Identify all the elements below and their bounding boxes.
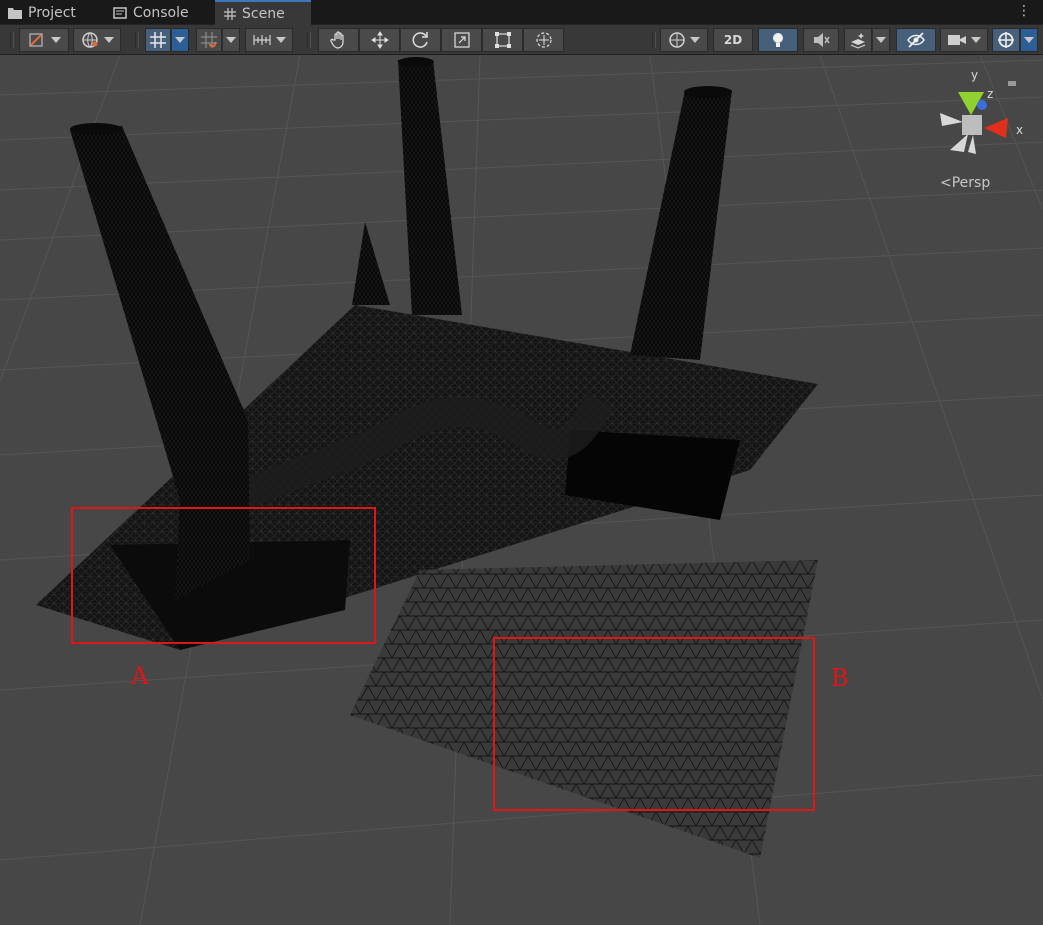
move-tool-icon — [370, 31, 389, 49]
hand-tool-button[interactable] — [318, 28, 359, 52]
tab-scene[interactable]: Scene — [215, 0, 311, 26]
scene-view[interactable]: y z x <Persp A B — [0, 55, 1043, 925]
toolbar-separator — [10, 32, 14, 48]
tab-console[interactable]: Console — [113, 0, 189, 25]
2d-toggle-button[interactable]: 2D — [713, 28, 753, 52]
eye-hidden-icon — [907, 32, 925, 48]
transform-tool-icon — [535, 32, 552, 48]
chevron-down-icon — [51, 37, 61, 43]
snap-increment-toggle[interactable] — [196, 28, 222, 52]
editor-tab-bar: Project Console Scene ⋮ — [0, 0, 1043, 26]
small-spike — [352, 222, 390, 305]
tab-label: Console — [133, 4, 189, 21]
grid-snap-dropdown[interactable] — [171, 28, 189, 52]
scene-camera-dropdown[interactable] — [940, 28, 988, 52]
audio-toggle[interactable] — [803, 28, 839, 52]
gizmo-x-label: x — [1016, 123, 1024, 137]
chevron-down-icon — [175, 37, 185, 43]
effects-dropdown[interactable] — [872, 28, 890, 52]
projection-toggle[interactable]: <Persp — [940, 175, 990, 191]
gizmo-y-label: y — [971, 68, 979, 82]
chevron-left-icon: < — [940, 175, 952, 191]
rect-tool-button[interactable] — [482, 28, 523, 52]
tab-project[interactable]: Project — [8, 0, 76, 25]
effects-toggle[interactable] — [844, 28, 872, 52]
toolbar-separator — [652, 32, 656, 48]
lightbulb-icon — [773, 33, 783, 47]
scene-visibility-toggle[interactable] — [896, 28, 936, 52]
projection-label: Persp — [951, 175, 991, 191]
scale-tool-button[interactable] — [441, 28, 482, 52]
scene-toolbar: 2D — [0, 25, 1043, 55]
snap-increment-dropdown[interactable] — [222, 28, 240, 52]
draw-mode-dropdown[interactable] — [19, 28, 69, 52]
gizmo-x-cone — [984, 118, 1008, 138]
gizmos-dropdown[interactable] — [1020, 28, 1038, 52]
ruler-icon — [253, 35, 271, 45]
tab-label: Project — [28, 4, 76, 21]
lighting-toggle[interactable] — [758, 28, 798, 52]
console-icon — [113, 6, 127, 19]
chevron-down-icon — [104, 37, 114, 43]
gizmo-center — [962, 115, 982, 135]
gizmo-z-label: z — [987, 87, 994, 101]
globe-icon — [82, 32, 98, 48]
tab-label: Scene — [242, 6, 285, 22]
grid-icon — [150, 32, 166, 48]
annotation-label-a: A — [131, 662, 149, 690]
render-mode-dropdown[interactable] — [73, 28, 121, 52]
chevron-down-icon — [690, 37, 700, 43]
speaker-mute-icon — [814, 33, 830, 47]
scale-tool-icon — [453, 32, 470, 48]
chevron-down-icon — [1024, 37, 1034, 43]
increment-snapping-dropdown[interactable] — [245, 28, 293, 52]
transform-tool-button[interactable] — [523, 28, 564, 52]
orientation-globe-icon — [669, 32, 685, 48]
toolbar-separator — [135, 32, 139, 48]
gizmo-lock-icon[interactable] — [1008, 81, 1016, 86]
gizmo-icon — [998, 32, 1014, 48]
chevron-down-icon — [276, 37, 286, 43]
layers-effects-icon — [850, 33, 866, 49]
annotation-label-b: B — [831, 664, 849, 692]
cylinder-right — [630, 90, 732, 360]
rotate-tool-icon — [412, 32, 428, 48]
terrain-mesh-light — [350, 560, 818, 858]
scene-viewport[interactable] — [0, 55, 1043, 925]
orientation-dropdown[interactable] — [660, 28, 708, 52]
rect-tool-icon — [494, 32, 511, 48]
2d-label: 2D — [723, 33, 743, 47]
hand-tool-icon — [329, 31, 344, 49]
move-tool-button[interactable] — [359, 28, 400, 52]
grid-snap-toggle[interactable] — [145, 28, 171, 52]
chevron-down-icon — [876, 37, 886, 43]
folder-icon — [8, 7, 22, 19]
scene-grid-icon — [224, 8, 236, 20]
gizmo-z-cone — [977, 100, 987, 110]
gizmos-toggle[interactable] — [992, 28, 1020, 52]
rotate-tool-button[interactable] — [400, 28, 441, 52]
toolbar-separator — [307, 32, 311, 48]
chevron-down-icon — [971, 37, 981, 43]
video-camera-icon — [948, 35, 966, 45]
chevron-down-icon — [226, 37, 236, 43]
draw-mode-icon — [29, 33, 43, 47]
magnet-grid-icon — [201, 32, 217, 48]
cylinder-middle — [398, 60, 462, 315]
more-options-icon[interactable]: ⋮ — [1017, 3, 1031, 19]
